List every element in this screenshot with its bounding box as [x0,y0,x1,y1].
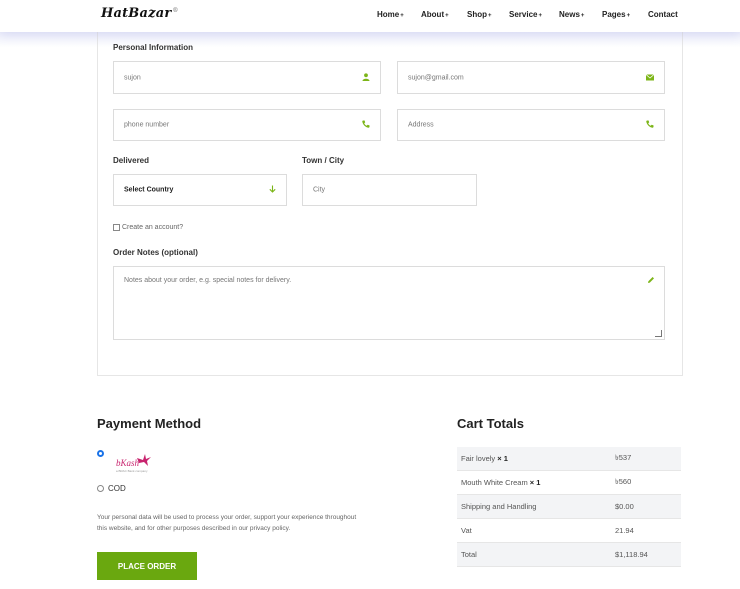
email-field[interactable]: sujon@gmail.com [397,61,665,94]
order-notes-textarea[interactable]: Notes about your order, e.g. special not… [113,266,665,340]
phone-icon [362,120,370,130]
cod-label: COD [108,484,126,493]
cart-item-value: ৳560 [611,470,681,495]
payment-method-title: Payment Method [97,416,202,431]
address-placeholder: Address [408,121,434,129]
personal-info-title: Personal Information [113,43,194,52]
address-field[interactable]: Address [397,109,665,141]
privacy-note: Your personal data will be used to proce… [97,514,357,532]
table-row: Mouth White Cream × 1 ৳560 [457,470,681,495]
cart-item-label: Fair lovely × 1 [457,447,611,471]
nav-service[interactable]: Service+ [509,10,542,19]
pencil-icon [647,276,655,286]
city-placeholder: City [313,186,326,194]
user-icon [362,72,370,83]
nav-pages[interactable]: Pages+ [602,10,630,19]
country-value: Select Country [124,186,174,194]
city-field[interactable]: City [302,174,477,206]
checkbox-box[interactable] [113,224,120,231]
site-header: HatBazar® Home+ About+ Shop+ Service+ Ne… [0,0,740,32]
create-account-checkbox[interactable]: Create an account? [113,224,183,231]
table-row: Total $1,118.94 [457,542,681,567]
order-notes-label: Order Notes (optional) [113,248,198,257]
table-row: Shipping and Handling $0.00 [457,494,681,519]
cart-item-label: Mouth White Cream × 1 [457,470,611,495]
phone-placeholder: phone number [124,121,170,129]
brand-logo[interactable]: HatBazar® [101,6,179,21]
nav-news[interactable]: News+ [559,10,584,19]
place-order-button[interactable]: PLACE ORDER [97,552,197,580]
nav-shop[interactable]: Shop+ [467,10,492,19]
resize-handle[interactable] [655,330,662,337]
bird-icon [137,454,151,466]
cart-totals-table: Fair lovely × 1 ৳537 Mouth White Cream ×… [457,447,681,567]
nav-home[interactable]: Home+ [377,10,404,19]
delivered-label: Delivered [113,156,150,165]
vat-value: 21.94 [611,518,681,543]
nav-about[interactable]: About+ [421,10,449,19]
town-city-label: Town / City [302,156,345,165]
create-account-label: Create an account? [122,224,184,231]
vat-label: Vat [457,518,611,543]
table-row: Vat 21.94 [457,518,681,543]
bkash-logo: bKash a BRAC Bank company [114,451,154,475]
cart-item-value: ৳537 [611,447,681,471]
shipping-value: $0.00 [611,494,681,519]
table-row: Fair lovely × 1 ৳537 [457,447,681,471]
notes-placeholder: Notes about your order, e.g. special not… [124,277,292,284]
nav-contact[interactable]: Contact [648,10,678,19]
shipping-label: Shipping and Handling [457,494,611,519]
envelope-icon [645,73,655,83]
arrow-down-icon [269,185,276,195]
name-value: sujon [124,74,141,81]
name-field[interactable]: sujon [113,61,381,94]
country-select[interactable]: Select Country [113,174,287,206]
cod-radio[interactable] [97,485,104,492]
bkash-radio[interactable] [97,450,104,457]
total-label: Total [457,542,611,567]
total-value: $1,118.94 [611,542,681,567]
email-value: sujon@gmail.com [408,74,464,81]
cart-totals-title: Cart Totals [457,416,524,431]
phone-icon [646,120,654,130]
phone-field[interactable]: phone number [113,109,381,141]
